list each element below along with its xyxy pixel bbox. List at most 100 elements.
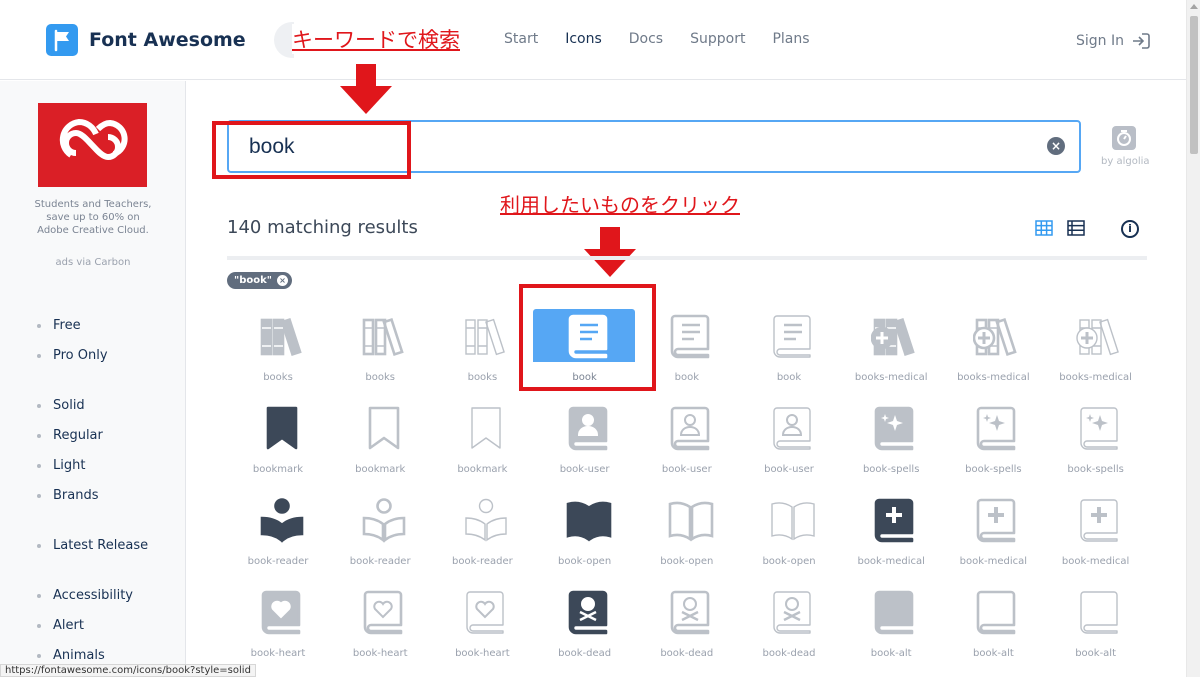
icon-grid-item-label: book-heart xyxy=(455,648,510,659)
book-reader-icon xyxy=(362,498,406,543)
icon-grid-item-label: book-user xyxy=(764,464,814,475)
sign-in-link[interactable]: Sign In xyxy=(1076,33,1150,49)
icon-grid-item[interactable]: book-user xyxy=(534,404,636,486)
filter-accessibility[interactable]: Accessibility xyxy=(37,588,133,603)
icon-grid-item-label: book-user xyxy=(559,464,610,475)
icon-grid-item[interactable]: book-alt xyxy=(1045,588,1147,670)
icon-grid-item[interactable]: book-alt xyxy=(942,588,1044,670)
logo[interactable]: Font Awesome xyxy=(46,24,246,56)
info-icon[interactable]: i xyxy=(1121,220,1139,238)
icon-grid-item[interactable]: book-heart xyxy=(431,588,533,670)
icon-grid-item-label: books xyxy=(263,372,293,383)
icon-grid-item-label: book-heart xyxy=(352,648,408,659)
book-dead-icon xyxy=(568,590,607,635)
icon-grid-item[interactable]: book-spells xyxy=(1045,404,1147,486)
icon-grid-item[interactable]: book-medical xyxy=(840,496,942,578)
algolia-credit: by algolia xyxy=(1101,156,1150,167)
icon-grid-item[interactable]: bookmark xyxy=(227,404,329,486)
nav-support[interactable]: Support xyxy=(690,31,745,47)
book-open-icon xyxy=(668,501,714,542)
icon-grid-item[interactable]: book-heart xyxy=(227,588,329,670)
icon-grid-item-label: book-medical xyxy=(857,556,925,567)
icon-grid-item[interactable]: bookmark xyxy=(431,404,533,486)
icon-grid-item[interactable]: book-alt xyxy=(840,588,942,670)
bookmark-icon xyxy=(266,406,298,450)
icon-grid-item[interactable]: book-reader xyxy=(431,496,533,578)
page-scrollbar[interactable] xyxy=(1186,0,1200,677)
icon-grid-item-label: book-dead xyxy=(558,648,612,659)
remove-tag-icon[interactable]: × xyxy=(276,275,288,286)
books-medical-icon xyxy=(1075,318,1119,356)
books-icon xyxy=(465,318,506,356)
nav-start[interactable]: Start xyxy=(504,31,538,47)
icon-grid-item-label: book-spells xyxy=(1067,464,1124,475)
icon-grid-item-label: bookmark xyxy=(252,464,304,475)
icon-grid-item[interactable]: books-medical xyxy=(942,312,1044,394)
book-alt-icon xyxy=(977,590,1016,635)
book-spells-icon xyxy=(977,406,1016,451)
icon-grid-item[interactable]: book-user xyxy=(636,404,738,486)
nav-docs[interactable]: Docs xyxy=(629,31,663,47)
filter-latest-release[interactable]: Latest Release xyxy=(37,538,148,553)
icon-grid-item-label: book-medical xyxy=(1061,556,1130,567)
filter-solid[interactable]: Solid xyxy=(37,398,85,413)
filter-light[interactable]: Light xyxy=(37,458,85,473)
filter-label: Regular xyxy=(53,428,103,443)
icon-grid-item[interactable]: book-reader xyxy=(329,496,431,578)
grid-view-icon[interactable] xyxy=(1035,220,1053,236)
search-tag[interactable]: "book" × xyxy=(227,272,292,289)
book-medical-icon xyxy=(977,498,1016,543)
icon-grid-item[interactable]: book-medical xyxy=(942,496,1044,578)
icon-grid-item-label: book-open xyxy=(558,556,612,567)
clear-search-icon[interactable]: × xyxy=(1047,137,1065,155)
filter-free[interactable]: Free xyxy=(37,318,81,333)
filter-label: Free xyxy=(53,318,81,333)
icon-grid-item[interactable]: book-user xyxy=(738,404,840,486)
icon-grid-item-label: book-heart xyxy=(250,648,306,659)
scroll-thumb[interactable] xyxy=(1190,16,1198,154)
books-medical-icon xyxy=(871,317,915,357)
icon-grid-item[interactable]: book-open xyxy=(738,496,840,578)
results-divider xyxy=(227,256,1147,260)
icon-grid-item[interactable]: book-dead xyxy=(534,588,636,670)
icon-grid-item[interactable]: book-open xyxy=(636,496,738,578)
icon-grid-item[interactable]: book-heart xyxy=(329,588,431,670)
nav-icons[interactable]: Icons xyxy=(565,31,602,47)
icon-grid-item[interactable]: book-reader xyxy=(227,496,329,578)
book-user-icon xyxy=(773,407,811,450)
icon-grid-item[interactable]: book-dead xyxy=(738,588,840,670)
filter-pro-only[interactable]: Pro Only xyxy=(37,348,108,363)
icon-grid-item[interactable]: book-dead xyxy=(636,588,738,670)
icon-grid-item[interactable]: book-open xyxy=(534,496,636,578)
annotation-arrow-down-icon xyxy=(584,227,636,277)
annotation-selected-highlight xyxy=(519,284,656,391)
filter-label: Latest Release xyxy=(53,538,149,553)
books-medical-icon xyxy=(973,317,1018,357)
icon-grid-item[interactable]: book-spells xyxy=(840,404,942,486)
filter-alert[interactable]: Alert xyxy=(37,618,84,633)
list-view-icon[interactable] xyxy=(1067,220,1085,236)
ad-via-link[interactable]: ads via Carbon xyxy=(30,257,156,268)
icon-grid-item[interactable]: book xyxy=(738,312,840,394)
icon-grid-item[interactable]: bookmark xyxy=(329,404,431,486)
scroll-up-icon[interactable] xyxy=(1190,4,1198,9)
icon-grid-item[interactable]: books xyxy=(329,312,431,394)
ad-text[interactable]: Students and Teachers, save up to 60% on… xyxy=(30,198,156,237)
icon-grid-item[interactable]: books xyxy=(227,312,329,394)
icon-grid-item[interactable]: books-medical xyxy=(840,312,942,394)
sign-in-label: Sign In xyxy=(1076,33,1124,49)
nav-plans[interactable]: Plans xyxy=(772,31,809,47)
icon-grid-item-label: book-open xyxy=(660,556,714,567)
icon-grid-item[interactable]: book-medical xyxy=(1045,496,1147,578)
filter-animals[interactable]: Animals xyxy=(37,648,105,663)
header-search-toggle[interactable] xyxy=(274,22,294,58)
bookmark-icon xyxy=(471,407,502,449)
filter-regular[interactable]: Regular xyxy=(37,428,103,443)
ad-image[interactable] xyxy=(38,103,147,187)
icon-grid-item-label: book-user xyxy=(661,464,712,475)
book-icon xyxy=(773,315,811,358)
filter-brands[interactable]: Brands xyxy=(37,488,99,503)
filter-label: Alert xyxy=(53,618,84,633)
icon-grid-item[interactable]: books-medical xyxy=(1045,312,1147,394)
icon-grid-item[interactable]: book-spells xyxy=(942,404,1044,486)
